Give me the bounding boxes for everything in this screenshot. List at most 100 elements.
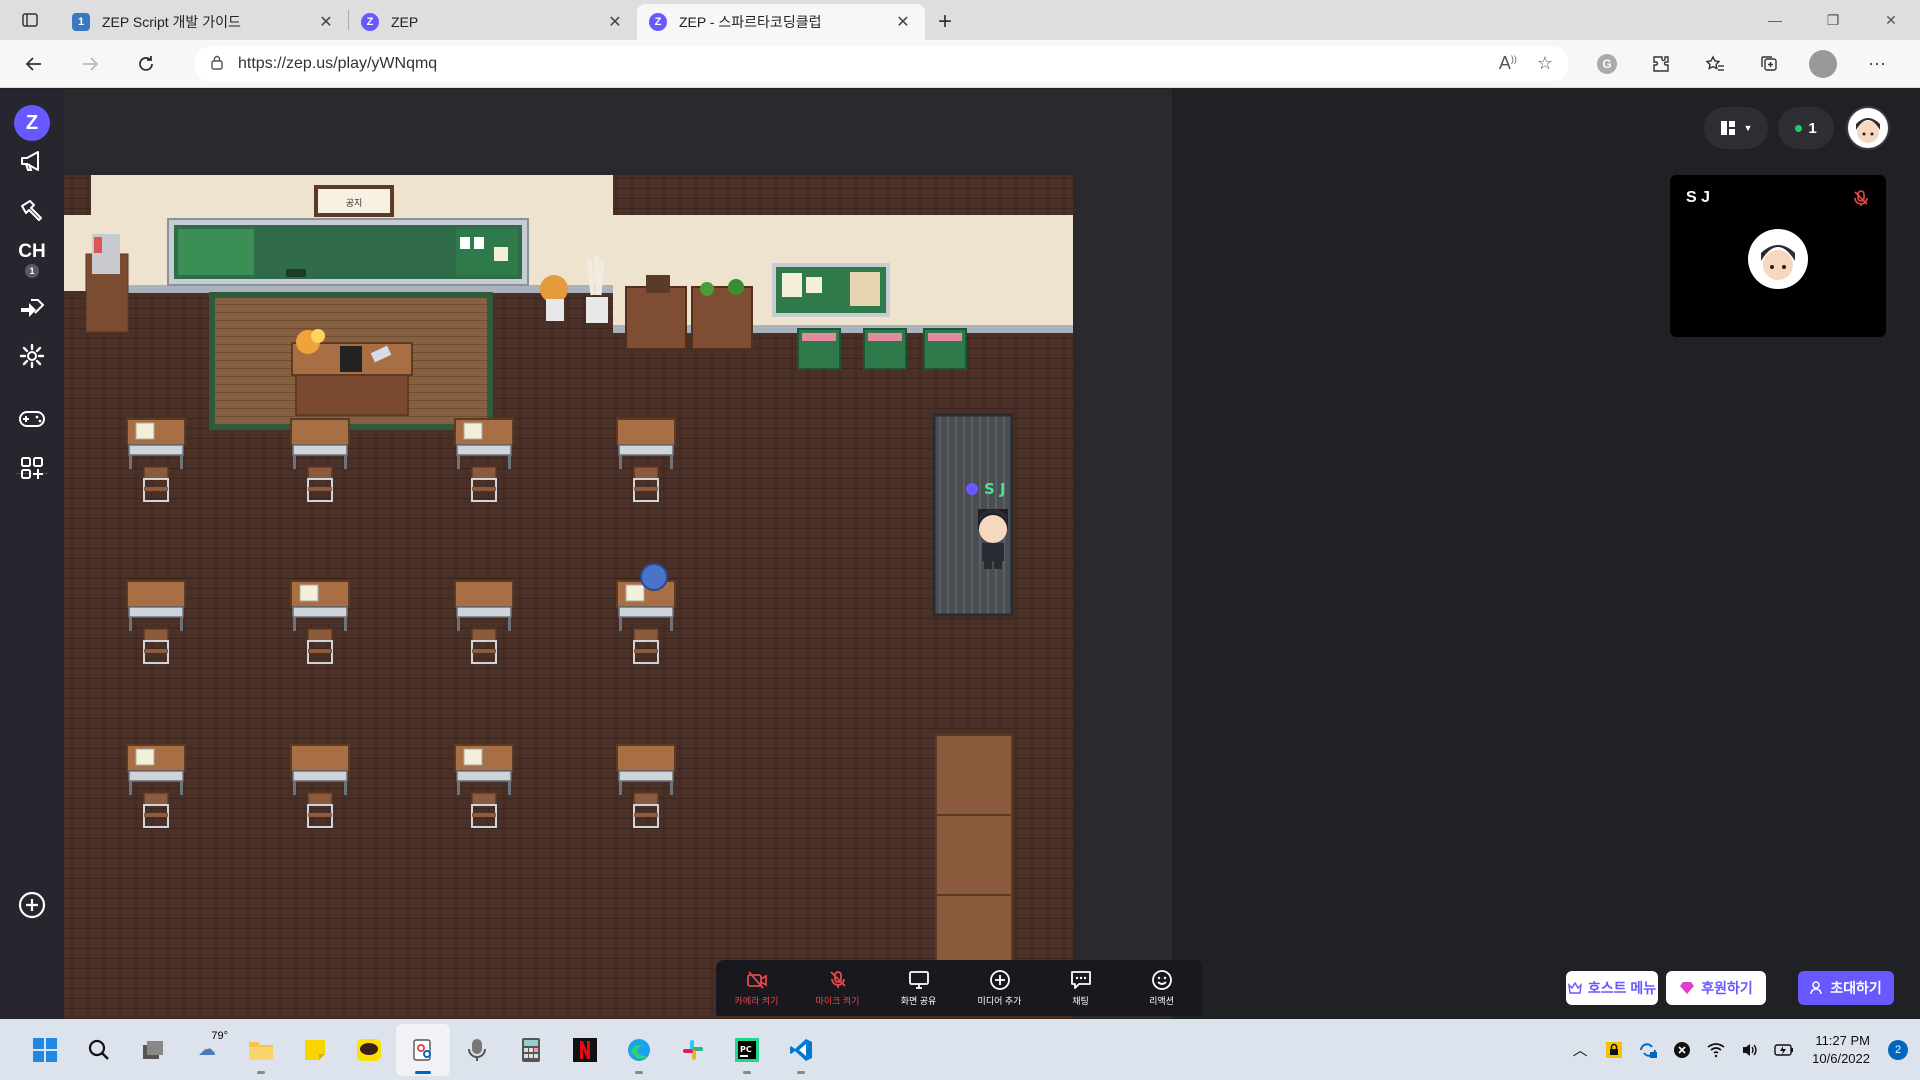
tab-zep-sparta[interactable]: Z ZEP - 스파르타코딩클럽 ✕ [637, 4, 925, 40]
grammarly-icon[interactable]: G [1587, 46, 1627, 82]
tab-title: ZEP [391, 14, 419, 30]
camera-off-icon [746, 970, 768, 990]
notification-badge[interactable]: 2 [1888, 1039, 1908, 1060]
mic-off-icon [829, 970, 847, 990]
url-field[interactable]: https://zep.us/play/yWNqmq A)) ☆ [194, 45, 1569, 82]
participant-video-card[interactable]: S J [1670, 175, 1886, 337]
kakaotalk-button[interactable] [342, 1024, 396, 1076]
tab-actions-button[interactable] [0, 0, 60, 40]
volume-icon[interactable] [1738, 1038, 1762, 1062]
smile-icon [1151, 969, 1173, 990]
announcement-icon[interactable] [12, 141, 52, 181]
zep-logo[interactable]: Z [14, 105, 50, 141]
collections-icon[interactable] [1749, 46, 1789, 82]
mic-toggle-button[interactable]: 마이크 켜기 [797, 960, 878, 1016]
extensions-icon[interactable] [1641, 46, 1681, 82]
clock[interactable]: 11:27 PM 10/6/2022 [1812, 1032, 1870, 1068]
task-view-button[interactable] [126, 1024, 180, 1076]
add-favorite-icon[interactable]: ☆ [1537, 53, 1553, 74]
kakaotalk-icon [357, 1038, 381, 1061]
build-hammer-icon[interactable] [12, 190, 52, 230]
lock-icon[interactable] [210, 54, 224, 73]
snipping-tool-button[interactable] [396, 1023, 450, 1076]
chat-button[interactable]: 채팅 [1040, 960, 1121, 1016]
host-menu-button[interactable]: 호스트 메뉴 [1566, 971, 1658, 1005]
file-explorer-button[interactable] [234, 1024, 288, 1076]
running-indicator [635, 1070, 643, 1074]
sync-tray-icon[interactable] [1636, 1038, 1660, 1062]
browser-toolbar: G ··· [1587, 46, 1897, 82]
pycharm-button[interactable]: PC [720, 1024, 774, 1076]
voice-recorder-button[interactable] [450, 1024, 504, 1076]
netflix-button[interactable] [558, 1024, 612, 1076]
vscode-button[interactable] [774, 1024, 828, 1076]
lock-tray-icon[interactable] [1602, 1038, 1626, 1062]
clock-time: 11:27 PM [1815, 1032, 1870, 1048]
read-aloud-icon[interactable]: A)) [1499, 53, 1517, 74]
layout-icon [1720, 121, 1735, 135]
weather-widget[interactable]: ☁ 79° [180, 1024, 234, 1076]
my-profile-avatar[interactable] [1846, 106, 1890, 150]
restore-icon[interactable]: ❐ [1804, 0, 1862, 40]
system-tray: ︿ 11:27 PM 10/6/2022 2 [1568, 1032, 1920, 1068]
microphone-icon [468, 1038, 486, 1061]
settings-gear-icon[interactable] [12, 336, 52, 376]
calculator-button[interactable] [504, 1024, 558, 1076]
add-media-button[interactable]: 미디어 추가 [959, 960, 1040, 1016]
start-button[interactable] [18, 1024, 72, 1076]
layout-toggle-button[interactable]: ▼ [1704, 107, 1768, 149]
support-button[interactable]: 후원하기 [1666, 971, 1766, 1005]
close-circle-tray-icon[interactable] [1670, 1038, 1694, 1062]
minimize-icon[interactable]: — [1746, 0, 1804, 40]
online-users-button[interactable]: 1 [1778, 107, 1834, 149]
wifi-icon[interactable] [1704, 1038, 1728, 1062]
zep-space: 공지 S J ▼ 1 S J 카메라 켜기 마이크 켜기 화면 공유 미디어 추… [64, 89, 1920, 1019]
invite-button[interactable]: 초대하기 [1798, 971, 1894, 1005]
edge-browser-icon [628, 1038, 650, 1061]
online-status-icon [1795, 124, 1803, 132]
tab-actions-icon [22, 13, 38, 27]
edge-button[interactable] [612, 1024, 666, 1076]
slack-button[interactable] [666, 1024, 720, 1076]
clock-date: 10/6/2022 [1812, 1050, 1870, 1066]
close-window-icon[interactable]: ✕ [1862, 0, 1920, 40]
camera-toggle-button[interactable]: 카메라 켜기 [716, 960, 797, 1016]
close-tab-icon[interactable]: ✕ [605, 12, 625, 32]
apps-grid-icon[interactable] [12, 448, 52, 488]
back-arrow-icon [25, 56, 41, 71]
screen-share-button[interactable]: 화면 공유 [878, 960, 959, 1016]
add-app-button[interactable] [14, 887, 50, 923]
more-menu-icon[interactable]: ··· [1857, 46, 1897, 82]
reaction-button[interactable]: 리액션 [1121, 960, 1202, 1016]
crown-icon [1567, 981, 1582, 994]
close-tab-icon[interactable]: ✕ [316, 12, 336, 32]
back-button[interactable] [10, 44, 58, 84]
classroom-map[interactable]: 공지 S J [64, 89, 1172, 1019]
tab-zep[interactable]: Z ZEP ✕ [349, 4, 637, 40]
browser-address-bar: https://zep.us/play/yWNqmq A)) ☆ G ··· [0, 40, 1920, 88]
media-toolbar: 카메라 켜기 마이크 켜기 화면 공유 미디어 추가 채팅 리액션 [716, 960, 1202, 1016]
profile-avatar [1809, 49, 1837, 78]
forward-button[interactable] [66, 44, 114, 84]
show-hidden-icons[interactable]: ︿ [1568, 1038, 1592, 1062]
gamepad-icon[interactable] [12, 399, 52, 439]
search-button[interactable] [72, 1024, 126, 1076]
running-indicator [743, 1070, 751, 1074]
sticky-notes-button[interactable] [288, 1024, 342, 1076]
refresh-button[interactable] [122, 44, 170, 84]
host-crown-badge [966, 483, 978, 495]
tab-zep-script-guide[interactable]: 1 ZEP Script 개발 가이드 ✕ [60, 4, 348, 40]
windows-logo-icon [33, 1037, 57, 1062]
channel-button[interactable]: CH 1 [12, 239, 52, 279]
battery-icon[interactable] [1772, 1038, 1796, 1062]
new-tab-button[interactable]: + [925, 4, 965, 40]
move-map-icon[interactable] [12, 288, 52, 328]
close-tab-icon[interactable]: ✕ [893, 12, 913, 32]
profile-button[interactable] [1803, 46, 1843, 82]
player-name-label: S J [984, 480, 1006, 498]
plus-circle-icon [989, 969, 1011, 990]
host-menu-label: 호스트 메뉴 [1587, 980, 1657, 996]
favorites-icon[interactable] [1695, 46, 1735, 82]
windows-taskbar: ☁ 79° PC ︿ 11:27 PM 10/6/2022 2 [0, 1019, 1920, 1080]
zep-favicon-icon: Z [361, 13, 379, 31]
